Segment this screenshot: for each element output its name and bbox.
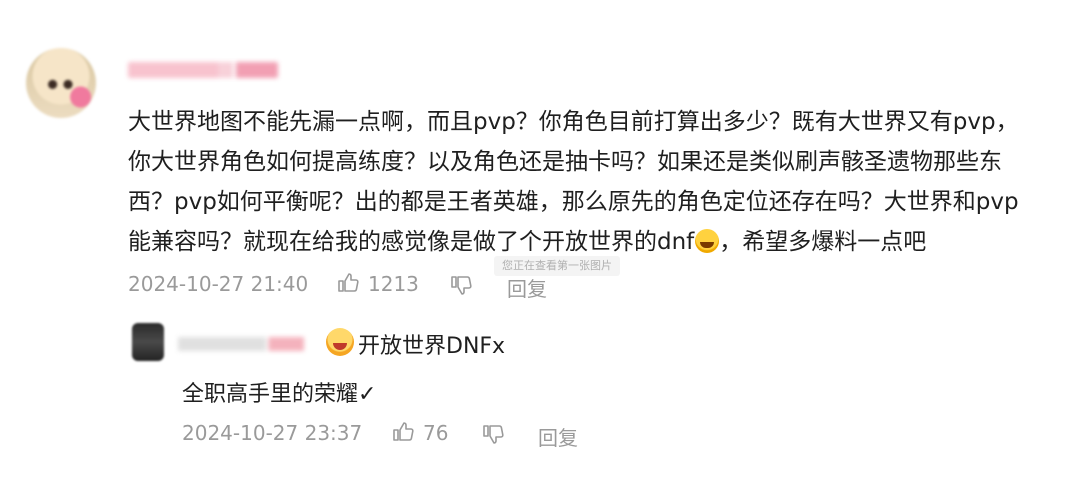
comment-line-4-tail: ，希望多爆料一点吧 [719,229,927,255]
reply-like-count: 76 [423,421,449,445]
comment-line-2: 你大世界角色如何提高练度？以及角色还是抽卡吗？如果还是类似刷声骸圣遗物那些东 [128,149,1002,175]
reply-timestamp: 2024-10-27 23:37 [182,421,363,445]
replier-avatar[interactable] [132,323,164,361]
thumbs-up-icon[interactable] [336,271,360,295]
image-view-tooltip: 您正在查看第一张图片 [494,256,620,276]
reply-thumbs-down-icon[interactable] [481,422,505,446]
commenter-avatar[interactable] [26,48,96,118]
reply-thumbs-up-icon[interactable] [391,420,415,444]
replier-badge-text: 开放世界DNFx [358,334,506,359]
screaming-face-emoji-icon [326,328,354,356]
reply-reply-button[interactable]: 回复 [538,422,578,451]
comment-line-3: 西？pvp如何平衡呢？出的都是王者英雄，那么原先的角色定位还存在吗？大世界和pv… [128,189,1019,215]
commenter-name[interactable] [128,62,278,78]
reply-body: 全职高手里的荣耀✓ [182,382,377,407]
comment-line-1: 大世界地图不能先漏一点啊，而且pvp？你角色目前打算出多少？既有大世界又有pvp… [128,109,1019,135]
thumbs-down-icon[interactable] [449,273,473,297]
laughing-crying-emoji-icon [695,229,720,253]
comment-reply-button[interactable]: 回复 [507,273,547,302]
comment-body: 大世界地图不能先漏一点啊，而且pvp？你角色目前打算出多少？既有大世界又有pvp… [128,102,1058,262]
comment-timestamp: 2024-10-27 21:40 [128,272,309,296]
comment-like-count: 1213 [368,272,419,296]
replier-name[interactable] [178,337,304,351]
comment-line-4: 能兼容吗？就现在给我的感觉像是做了个开放世界的dnf [128,229,695,255]
